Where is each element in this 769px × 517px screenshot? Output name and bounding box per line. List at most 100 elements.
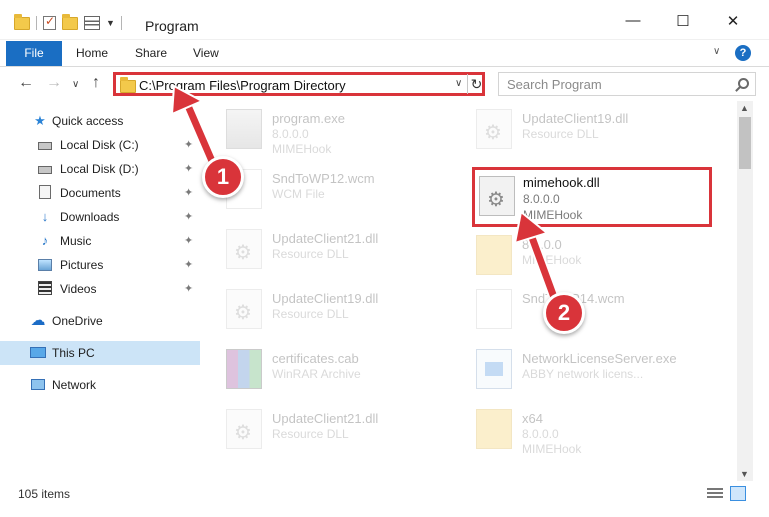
file-name: mimehook.dll	[523, 175, 600, 190]
file-item[interactable]: UpdateClient19.dll Resource DLL	[464, 101, 714, 161]
dll-file-icon	[226, 229, 262, 269]
up-button[interactable]: ↑	[92, 74, 100, 92]
refresh-button[interactable]: ↻	[467, 74, 485, 94]
back-button[interactable]: ←	[18, 74, 34, 92]
file-detail: Resource DLL	[272, 247, 349, 261]
scroll-down-icon[interactable]: ▼	[740, 469, 749, 479]
forward-button[interactable]: →	[46, 74, 62, 92]
search-icon	[738, 78, 749, 89]
file-name: UpdateClient19.dll	[272, 291, 379, 306]
file-item[interactable]: 8.0.0.0 MIMEHook	[464, 227, 714, 287]
new-folder-icon[interactable]	[62, 13, 78, 30]
sidebar-item-quick-access[interactable]: ★ Quick access	[0, 109, 200, 133]
exe-file-icon	[226, 109, 262, 149]
quick-access-toolbar: ▼	[14, 13, 122, 30]
minimize-button[interactable]: —	[613, 12, 653, 32]
sidebar-item-onedrive[interactable]: ☁ OneDrive	[0, 309, 200, 333]
dll-file-icon	[476, 109, 512, 149]
dll-file-icon	[479, 176, 515, 216]
file-detail: MIMEHook	[272, 142, 332, 156]
file-name: certificates.cab	[272, 351, 359, 366]
file-name: UpdateClient19.dll	[522, 111, 629, 126]
file-detail: MIMEHook	[522, 442, 582, 456]
file-item[interactable]: SndToWP12.wcm WCM File	[214, 161, 464, 221]
title-bar: ▼ Program — ☐ ✕	[0, 0, 769, 40]
sidebar-item-pictures[interactable]: Pictures ✦	[0, 253, 200, 277]
file-item[interactable]: UpdateClient19.dll Resource DLL	[214, 281, 464, 341]
tab-file[interactable]: File	[6, 41, 62, 66]
file-icon	[476, 289, 512, 329]
address-history-chevron-icon[interactable]: ∨	[455, 78, 462, 89]
tab-share[interactable]: Share	[135, 41, 167, 66]
file-item[interactable]: x64 8.0.0.0 MIMEHook	[464, 401, 714, 461]
customize-toolbar-chevron-icon[interactable]: ▼	[106, 18, 115, 28]
expand-ribbon-chevron-icon[interactable]: ∨	[713, 46, 720, 57]
toolbar-separator	[120, 16, 122, 30]
search-input[interactable]: Search Program	[498, 72, 756, 96]
file-item[interactable]: NetworkLicenseServer.exe ABBY network li…	[464, 341, 714, 401]
tiles-view-icon[interactable]	[730, 486, 746, 501]
sidebar-item-label: Music	[60, 234, 92, 248]
dll-file-icon	[226, 409, 262, 449]
maximize-button[interactable]: ☐	[663, 12, 703, 32]
sidebar-item-downloads[interactable]: ↓ Downloads ✦	[0, 205, 200, 229]
item-count: 105 items	[18, 487, 71, 501]
pin-icon: ✦	[184, 211, 194, 223]
sidebar-item-label: Local Disk (C:)	[60, 138, 139, 152]
sidebar-item-label: Quick access	[52, 114, 124, 128]
file-detail: Resource DLL	[272, 307, 349, 321]
sidebar-item-local-disk-d[interactable]: Local Disk (D:) ✦	[0, 157, 200, 181]
file-detail: Resource DLL	[272, 427, 349, 441]
file-item[interactable]: SndToWP14.wcm	[464, 281, 714, 341]
file-name: UpdateClient21.dll	[272, 411, 379, 426]
file-detail: MIMEHook	[523, 208, 583, 222]
pin-icon: ✦	[184, 187, 194, 199]
pin-icon: ✦	[184, 139, 194, 151]
pin-icon: ✦	[184, 235, 194, 247]
pin-icon: ✦	[184, 259, 194, 271]
file-list: program.exe 8.0.0.0 MIMEHook UpdateClien…	[214, 101, 736, 481]
file-detail: ABBY network licens...	[522, 367, 644, 381]
file-detail: 8.0.0.0	[523, 192, 560, 206]
archive-icon	[226, 349, 262, 389]
sidebar-item-label: OneDrive	[52, 314, 103, 328]
sidebar-item-label: Local Disk (D:)	[60, 162, 139, 176]
scrollbar-thumb[interactable]	[739, 117, 751, 169]
help-icon[interactable]: ?	[735, 45, 751, 61]
vertical-scrollbar[interactable]: ▲ ▼	[737, 101, 753, 481]
file-item[interactable]: program.exe 8.0.0.0 MIMEHook	[214, 101, 464, 161]
file-item[interactable]: UpdateClient21.dll Resource DLL	[214, 221, 464, 281]
sidebar-item-local-disk-c[interactable]: Local Disk (C:) ✦	[0, 133, 200, 157]
sidebar-item-documents[interactable]: Documents ✦	[0, 181, 200, 205]
tab-view[interactable]: View	[193, 41, 219, 66]
step-1-badge: 1	[202, 156, 244, 198]
sidebar-item-videos[interactable]: Videos ✦	[0, 277, 200, 301]
properties-icon[interactable]	[43, 14, 56, 30]
tab-home[interactable]: Home	[76, 41, 108, 66]
folder-icon	[14, 13, 30, 30]
sidebar-item-label: This PC	[52, 346, 95, 360]
file-item[interactable]: certificates.cab WinRAR Archive	[214, 341, 464, 401]
sidebar-item-label: Documents	[60, 186, 121, 200]
view-options-icon[interactable]	[84, 16, 100, 30]
recent-locations-chevron-icon[interactable]: ∨	[72, 79, 79, 90]
address-bar[interactable]: C:\Program Files\Program Directory ∨ ↻	[113, 72, 485, 96]
file-name: UpdateClient21.dll	[272, 231, 379, 246]
sidebar-item-this-pc[interactable]: This PC	[0, 341, 200, 365]
sidebar-item-label: Network	[52, 378, 97, 392]
search-placeholder: Search Program	[507, 77, 602, 92]
sidebar-item-network[interactable]: Network	[0, 373, 200, 397]
videos-icon	[38, 281, 52, 295]
file-name: NetworkLicenseServer.exe	[522, 351, 677, 366]
file-name: SndToWP12.wcm	[272, 171, 375, 186]
file-item[interactable]: UpdateClient21.dll Resource DLL	[214, 401, 464, 461]
details-view-icon[interactable]	[707, 488, 723, 500]
window-title: Program	[145, 18, 199, 34]
sidebar-item-music[interactable]: ♪ Music ✦	[0, 229, 200, 253]
file-detail: MIMEHook	[522, 253, 582, 267]
scroll-up-icon[interactable]: ▲	[740, 103, 749, 113]
file-name: program.exe	[272, 111, 345, 126]
address-path[interactable]: C:\Program Files\Program Directory	[139, 78, 346, 93]
file-item-mimehook-dll[interactable]: mimehook.dll 8.0.0.0 MIMEHook	[472, 167, 712, 227]
close-button[interactable]: ✕	[713, 12, 753, 32]
